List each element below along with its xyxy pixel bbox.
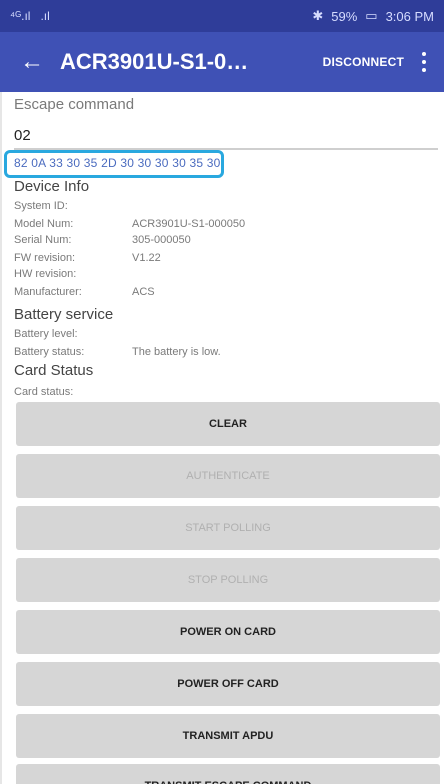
device-info-header: Device Info xyxy=(14,178,90,195)
main-content: Escape command 02 82 0A 33 30 35 2D 30 3… xyxy=(0,92,444,784)
status-left: ⁴ᴳ.ıl .ıl xyxy=(10,9,50,23)
power-on-card-button[interactable]: POWER ON CARD xyxy=(16,610,440,654)
escape-command-label: Escape command xyxy=(14,96,135,113)
battery-percent: 59% xyxy=(331,8,358,24)
card-status-label: Card status: xyxy=(14,386,74,398)
transmit-apdu-button[interactable]: TRANSMIT APDU xyxy=(16,714,440,758)
signal-4g-icon: ⁴ᴳ.ıl xyxy=(10,9,31,23)
app-title: ACR3901U-S1-0… xyxy=(60,49,249,74)
battery-icon: ▭ xyxy=(365,8,378,23)
disconnect-button[interactable]: DISCONNECT xyxy=(323,55,404,69)
escape-command-value: 02 xyxy=(14,127,31,144)
status-right: ✱ 59% ▭ 3:06 PM xyxy=(312,8,434,24)
card-status-header: Card Status xyxy=(14,362,94,379)
back-icon[interactable]: ← xyxy=(12,48,52,76)
escape-command-input[interactable]: 02 xyxy=(14,122,438,150)
battery-service-header: Battery service xyxy=(14,306,114,323)
battery-status-value: The battery is low. xyxy=(132,346,221,358)
start-polling-button[interactable]: START POLLING xyxy=(16,506,440,550)
power-off-card-button[interactable]: POWER OFF CARD xyxy=(16,662,440,706)
hw-revision-label: HW revision: xyxy=(14,268,77,280)
fw-revision-value: V1.22 xyxy=(132,252,161,264)
status-bar: ⁴ᴳ.ıl .ıl ✱ 59% ▭ 3:06 PM xyxy=(0,0,444,32)
serial-num-label: Serial Num: xyxy=(14,234,72,246)
app-bar: ← ACR3901U-S1-0… DISCONNECT xyxy=(0,32,444,92)
battery-status-label: Battery status: xyxy=(14,346,85,358)
bluetooth-icon: ✱ xyxy=(312,8,324,23)
model-num-value: ACR3901U-S1-000050 xyxy=(132,218,246,230)
serial-num-value: 305-000050 xyxy=(132,234,191,246)
fw-revision-label: FW revision: xyxy=(14,252,76,264)
system-id-label: System ID: xyxy=(14,200,68,212)
model-num-label: Model Num: xyxy=(14,218,74,230)
app-screen: ⁴ᴳ.ıl .ıl ✱ 59% ▭ 3:06 PM ← ACR3901U-S1-… xyxy=(0,0,444,784)
battery-level-label: Battery level: xyxy=(14,328,78,340)
clear-button[interactable]: CLEAR xyxy=(16,402,440,446)
stop-polling-button[interactable]: STOP POLLING xyxy=(16,558,440,602)
response-hex: 82 0A 33 30 35 2D 30 30 30 30 35 30 xyxy=(14,156,221,170)
manufacturer-label: Manufacturer: xyxy=(14,286,82,298)
authenticate-button[interactable]: AUTHENTICATE xyxy=(16,454,440,498)
transmit-escape-command-button[interactable]: TRANSMIT ESCAPE COMMAND xyxy=(16,764,440,784)
signal-icon: .ıl xyxy=(40,9,50,23)
manufacturer-value: ACS xyxy=(132,286,155,298)
clock: 3:06 PM xyxy=(385,8,434,24)
more-options-icon[interactable] xyxy=(416,52,432,72)
